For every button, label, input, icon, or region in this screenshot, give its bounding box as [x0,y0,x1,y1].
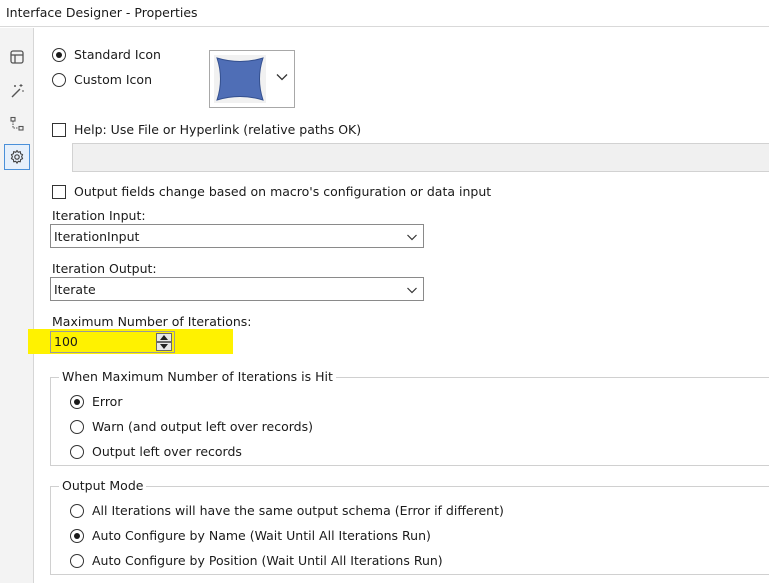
title-bar: Interface Designer - Properties [0,0,769,27]
layout-button[interactable] [4,44,30,70]
increment-button[interactable] [156,333,172,342]
warn-label: Warn (and output left over records) [92,419,313,434]
custom-icon-label: Custom Icon [74,72,152,87]
iteration-output-label: Iteration Output: [52,261,157,276]
output-mode-group-title: Output Mode [59,478,147,493]
max-iterations-stepper[interactable]: 100 [50,331,175,353]
iteration-input-label: Iteration Input: [52,208,146,223]
tree-icon [10,116,24,131]
window-title: Interface Designer - Properties [6,5,198,20]
chevron-down-icon [407,234,417,241]
max-hit-group: When Maximum Number of Iterations is Hit… [50,369,769,466]
magic-wand-button[interactable] [4,78,30,104]
error-radio[interactable] [70,394,84,409]
max-hit-option[interactable]: Output left over records [70,444,242,459]
layout-icon [10,50,24,64]
custom-icon-option[interactable]: Custom Icon [52,72,152,87]
configuration-button[interactable] [4,144,30,170]
icon-picker-dropdown[interactable] [209,50,295,108]
warn-radio[interactable] [70,419,84,434]
gear-icon [10,149,24,164]
auto-by-name-radio[interactable] [70,528,84,543]
iteration-input-value: IterationInput [54,229,140,244]
macro-icon-preview-icon [216,57,264,101]
output-fields-checkbox[interactable] [52,184,66,199]
auto-by-position-radio[interactable] [70,553,84,568]
caret-up-icon [160,335,168,340]
auto-by-name-label: Auto Configure by Name (Wait Until All I… [92,528,431,543]
max-iterations-label: Maximum Number of Iterations: [52,314,252,329]
standard-icon-label: Standard Icon [74,47,161,62]
output-mode-option[interactable]: Auto Configure by Position (Wait Until A… [70,553,443,568]
output-fields-option[interactable]: Output fields change based on macro's co… [52,184,491,199]
max-iterations-value[interactable]: 100 [54,334,78,349]
icon-preview [214,55,266,103]
iteration-input-select[interactable]: IterationInput [50,224,424,248]
same-schema-radio[interactable] [70,503,84,518]
chevron-down-icon [407,287,417,294]
tree-button[interactable] [4,111,30,137]
max-hit-group-title: When Maximum Number of Iterations is Hit [59,369,336,384]
standard-icon-option[interactable]: Standard Icon [52,47,161,62]
help-checkbox[interactable] [52,122,66,137]
output-fields-label: Output fields change based on macro's co… [74,184,492,199]
help-label: Help: Use File or Hyperlink (relative pa… [74,122,362,137]
output-mode-option[interactable]: All Iterations will have the same output… [70,503,504,518]
iteration-output-value: Iterate [54,282,96,297]
output-left-over-label: Output left over records [92,444,242,459]
chevron-down-icon[interactable] [274,69,290,85]
output-left-over-radio[interactable] [70,444,84,459]
left-toolbar [0,28,34,583]
error-label: Error [92,394,123,409]
decrement-button[interactable] [156,342,172,351]
output-mode-group: Output Mode All Iterations will have the… [50,478,769,575]
properties-panel: Standard Icon Custom Icon Help: Use File… [28,28,769,583]
iteration-output-select[interactable]: Iterate [50,277,424,301]
same-schema-label: All Iterations will have the same output… [92,503,504,518]
custom-icon-radio[interactable] [52,72,66,87]
output-mode-option[interactable]: Auto Configure by Name (Wait Until All I… [70,528,431,543]
max-hit-option[interactable]: Warn (and output left over records) [70,419,313,434]
standard-icon-radio[interactable] [52,47,66,62]
magic-wand-icon [11,84,24,98]
max-hit-option[interactable]: Error [70,394,122,409]
auto-by-position-label: Auto Configure by Position (Wait Until A… [92,553,443,568]
help-option[interactable]: Help: Use File or Hyperlink (relative pa… [52,122,361,137]
help-path-field[interactable] [72,143,769,172]
caret-down-icon [160,344,168,349]
